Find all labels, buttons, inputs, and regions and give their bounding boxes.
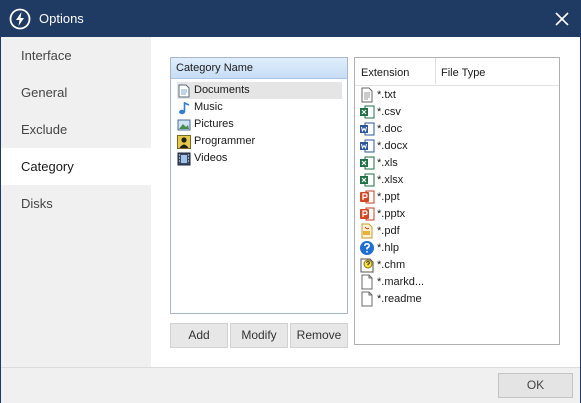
word-file-icon xyxy=(360,139,375,152)
category-label: Music xyxy=(194,101,223,113)
document-icon xyxy=(178,84,190,97)
category-name-header: Category Name xyxy=(171,58,347,79)
extension-list-header: Extension File Type xyxy=(355,58,559,86)
category-list[interactable]: Category Name Documents Music Pictures P… xyxy=(170,57,348,314)
lightning-power-icon xyxy=(9,8,31,30)
extension-row[interactable]: *.docx xyxy=(355,137,559,154)
sidebar-item-exclude[interactable]: Exclude xyxy=(1,111,151,148)
blank-file-icon xyxy=(361,291,373,306)
extension-row[interactable]: *.csv xyxy=(355,103,559,120)
sidebar-item-disks[interactable]: Disks xyxy=(1,185,151,222)
extension-label: *.readme xyxy=(377,292,422,305)
extension-label: *.ppt xyxy=(377,190,400,203)
options-dialog: Options Interface General Exclude Catego… xyxy=(0,0,581,403)
excel-file-icon xyxy=(360,173,375,186)
close-button[interactable] xyxy=(550,7,574,31)
extension-row[interactable]: *.pdf xyxy=(355,222,559,239)
close-icon xyxy=(555,12,569,26)
pdf-file-icon xyxy=(361,223,373,238)
category-label: Videos xyxy=(194,152,228,164)
category-item-pictures[interactable]: Pictures xyxy=(177,116,342,133)
file-type-column-header[interactable]: File Type xyxy=(441,67,485,79)
music-note-icon xyxy=(179,101,190,114)
extension-label: *.xls xyxy=(377,156,398,169)
extension-label: *.doc xyxy=(377,122,403,135)
add-button[interactable]: Add xyxy=(170,323,228,348)
extension-label: *.xlsx xyxy=(377,173,404,186)
extension-label: *.docx xyxy=(377,139,408,152)
extension-label: *.txt xyxy=(377,88,396,101)
category-label: Programmer xyxy=(194,135,256,147)
video-film-icon xyxy=(177,152,191,165)
picture-icon xyxy=(177,119,191,130)
extension-row[interactable]: *.xlsx xyxy=(355,171,559,188)
extension-label: *.pdf xyxy=(377,224,400,237)
help-file-icon xyxy=(360,240,374,255)
excel-file-icon xyxy=(360,105,375,118)
extension-label: *.chm xyxy=(377,258,406,271)
extension-row[interactable]: *.xls xyxy=(355,154,559,171)
category-label: Documents xyxy=(194,84,250,96)
dialog-footer: OK xyxy=(1,367,580,403)
category-item-documents[interactable]: Documents xyxy=(177,82,342,99)
text-file-icon xyxy=(361,87,373,102)
extension-label: *.pptx xyxy=(377,207,406,220)
excel-file-icon xyxy=(360,156,375,169)
settings-sidebar: Interface General Exclude Category Disks xyxy=(1,37,151,367)
extension-row[interactable]: *.doc xyxy=(355,120,559,137)
extension-label: *.markd... xyxy=(377,275,425,288)
sidebar-item-category[interactable]: Category xyxy=(1,148,151,185)
blank-file-icon xyxy=(361,274,373,289)
extension-row[interactable]: *.txt xyxy=(355,86,559,103)
word-file-icon xyxy=(360,122,375,135)
extension-row[interactable]: *.markd... xyxy=(355,273,559,290)
extension-label: *.hlp xyxy=(377,241,400,254)
modify-button[interactable]: Modify xyxy=(230,323,288,348)
extension-row[interactable]: *.readme xyxy=(355,290,559,307)
ok-button[interactable]: OK xyxy=(498,373,573,398)
extension-row[interactable]: *.hlp xyxy=(355,239,559,256)
category-settings-pane: Category Name Documents Music Pictures P… xyxy=(151,37,580,367)
extension-row[interactable]: *.ppt xyxy=(355,188,559,205)
category-item-music[interactable]: Music xyxy=(177,99,342,116)
extension-column-header[interactable]: Extension xyxy=(361,67,409,79)
category-item-videos[interactable]: Videos xyxy=(177,150,342,167)
title-bar[interactable]: Options xyxy=(1,1,580,37)
sidebar-item-interface[interactable]: Interface xyxy=(1,37,151,74)
category-item-programmer[interactable]: Programmer xyxy=(177,133,342,150)
sidebar-item-general[interactable]: General xyxy=(1,74,151,111)
programmer-icon xyxy=(177,134,191,149)
category-label: Pictures xyxy=(194,118,234,130)
remove-button[interactable]: Remove xyxy=(290,323,348,348)
chm-help-file-icon xyxy=(360,258,374,272)
extension-label: *.csv xyxy=(377,105,401,118)
extension-row[interactable]: *.pptx xyxy=(355,205,559,222)
powerpoint-file-icon xyxy=(360,207,375,220)
window-title: Options xyxy=(39,11,84,26)
powerpoint-file-icon xyxy=(360,190,375,203)
extension-list[interactable]: Extension File Type *.txt *.csv *.doc *.… xyxy=(354,57,560,345)
extension-row[interactable]: *.chm xyxy=(355,256,559,273)
column-divider[interactable] xyxy=(435,58,436,84)
